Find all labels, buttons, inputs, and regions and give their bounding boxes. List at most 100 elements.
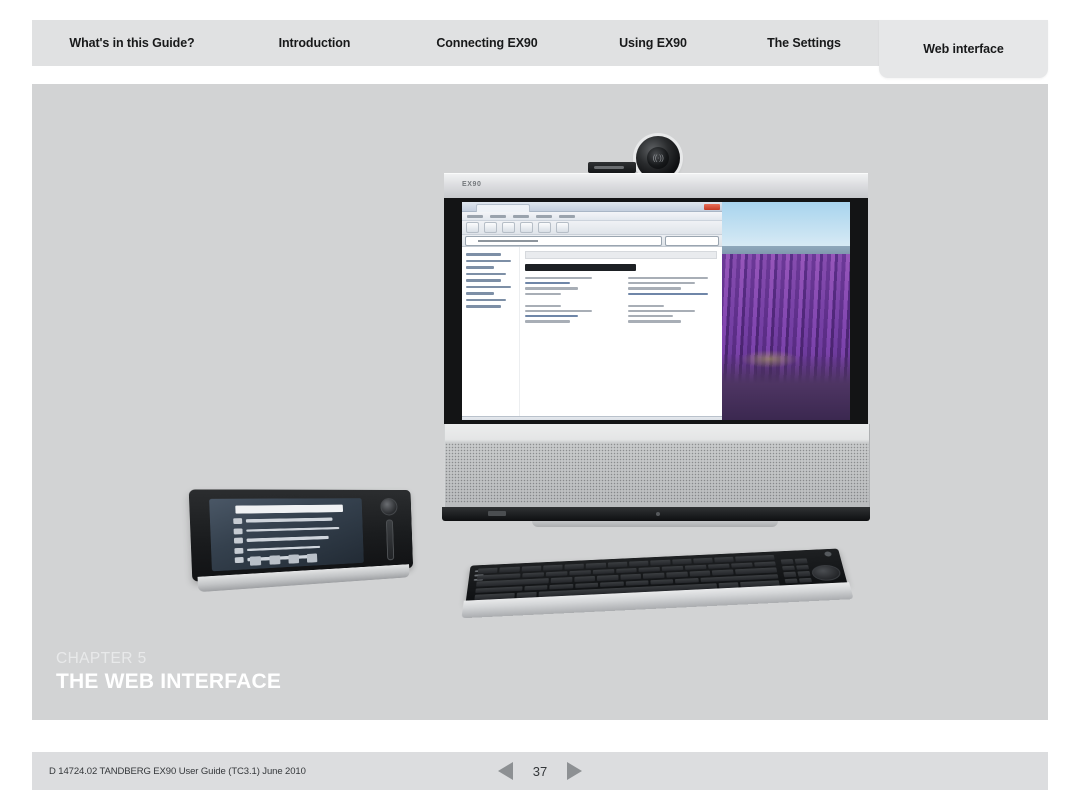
key <box>794 558 808 564</box>
info-row <box>525 309 592 313</box>
list-item <box>233 525 348 534</box>
toolbar-button <box>466 222 479 233</box>
guide-navigation-tabbar: What's in this Guide? Introduction Conne… <box>32 20 1048 78</box>
touch-panel-controls <box>374 498 404 562</box>
sidebar-link <box>466 272 506 275</box>
info-columns <box>525 277 717 326</box>
toolbar-button <box>484 222 497 233</box>
key <box>586 562 606 569</box>
key <box>731 562 753 568</box>
info-column-right <box>628 277 717 326</box>
status-led-icon <box>656 512 660 516</box>
touch-control-panel <box>188 489 414 598</box>
sidebar-link <box>466 292 494 295</box>
sidebar-link <box>466 285 511 288</box>
key <box>781 565 795 571</box>
info-row <box>628 277 709 280</box>
key <box>638 566 661 573</box>
key <box>592 568 614 575</box>
numpad-row <box>783 570 811 577</box>
toolbar-button <box>502 222 515 233</box>
tab-the-settings[interactable]: The Settings <box>729 20 879 66</box>
dock-button-icon <box>306 553 318 563</box>
chapter-heading-block: CHAPTER 5 THE WEB INTERFACE <box>56 650 281 694</box>
browser-toolbar <box>462 221 722 235</box>
menu-item <box>559 214 575 218</box>
browser-window-screenshot <box>462 202 722 420</box>
key <box>569 569 591 576</box>
next-page-icon[interactable] <box>567 762 582 780</box>
menu-item <box>513 214 529 218</box>
key <box>615 567 638 574</box>
sensor-strip <box>588 162 636 173</box>
chapter-kicker: CHAPTER 5 <box>56 650 147 667</box>
key <box>564 563 585 570</box>
tab-label: Introduction <box>278 36 351 50</box>
tab-connecting-ex90[interactable]: Connecting EX90 <box>397 20 577 66</box>
key <box>735 554 775 562</box>
menu-item <box>467 214 483 218</box>
tab-introduction[interactable]: Introduction <box>232 20 397 66</box>
key <box>524 584 548 591</box>
dock-button-icon <box>269 555 281 565</box>
numpad-row <box>781 564 810 571</box>
menu-item <box>490 214 506 218</box>
volume-slider <box>385 519 395 561</box>
browser-statusbar <box>462 416 722 420</box>
tab-whats-in-this-guide[interactable]: What's in this Guide? <box>32 20 232 66</box>
key <box>499 566 520 573</box>
display-top-bezel: EX90 <box>444 173 868 199</box>
list-item-icon <box>234 547 244 554</box>
url-field <box>465 235 662 246</box>
chapter-cover-panel: ((·)) EX90 CHAPTER 5 THE WEB INTERFACE <box>32 84 1048 720</box>
wallpaper-lavender-field <box>722 202 850 420</box>
key <box>629 560 649 567</box>
key <box>625 579 649 586</box>
key <box>522 571 544 578</box>
page-number: 37 <box>532 763 548 779</box>
list-item-label <box>245 517 333 523</box>
list-item-icon <box>233 518 243 525</box>
dock-button-icon <box>249 556 262 566</box>
key <box>477 567 498 574</box>
browser-menubar <box>462 212 722 221</box>
tab-web-interface[interactable]: Web interface <box>879 20 1048 78</box>
key <box>662 565 684 572</box>
tab-using-ex90[interactable]: Using EX90 <box>577 20 729 66</box>
display-stand-foot <box>532 521 778 527</box>
numpad-row <box>784 577 813 584</box>
key <box>597 574 619 581</box>
close-icon <box>704 203 720 210</box>
previous-page-icon[interactable] <box>498 762 513 780</box>
wallpaper-sun-highlight <box>739 350 799 368</box>
power-button <box>488 511 506 516</box>
hero-product-photo: ((·)) EX90 <box>32 84 1048 720</box>
tab-label: Connecting EX90 <box>436 36 538 50</box>
list-item <box>233 534 348 544</box>
trackpad <box>810 564 843 582</box>
document-id-label: D 14724.02 TANDBERG EX90 User Guide (TC3… <box>49 765 306 777</box>
speaker-grille <box>444 424 870 510</box>
list-item-icon <box>233 537 244 544</box>
key <box>784 578 798 584</box>
breadcrumb <box>525 251 717 259</box>
info-row <box>628 287 682 290</box>
info-row <box>525 277 592 280</box>
info-column-left <box>525 277 614 326</box>
key <box>780 558 794 565</box>
sidebar-link <box>466 305 501 308</box>
sidebar-link <box>466 259 511 262</box>
key <box>521 565 542 572</box>
info-row <box>628 315 673 318</box>
browser-titlebar <box>462 202 722 212</box>
tab-label: Using EX90 <box>619 36 687 50</box>
touch-panel-search-input <box>235 504 344 514</box>
key <box>671 558 692 565</box>
key <box>620 573 642 580</box>
info-row <box>628 309 695 313</box>
info-row <box>525 287 579 290</box>
display-housing <box>444 198 868 424</box>
sidebar-link <box>466 279 501 282</box>
touch-panel-dock <box>249 553 318 566</box>
